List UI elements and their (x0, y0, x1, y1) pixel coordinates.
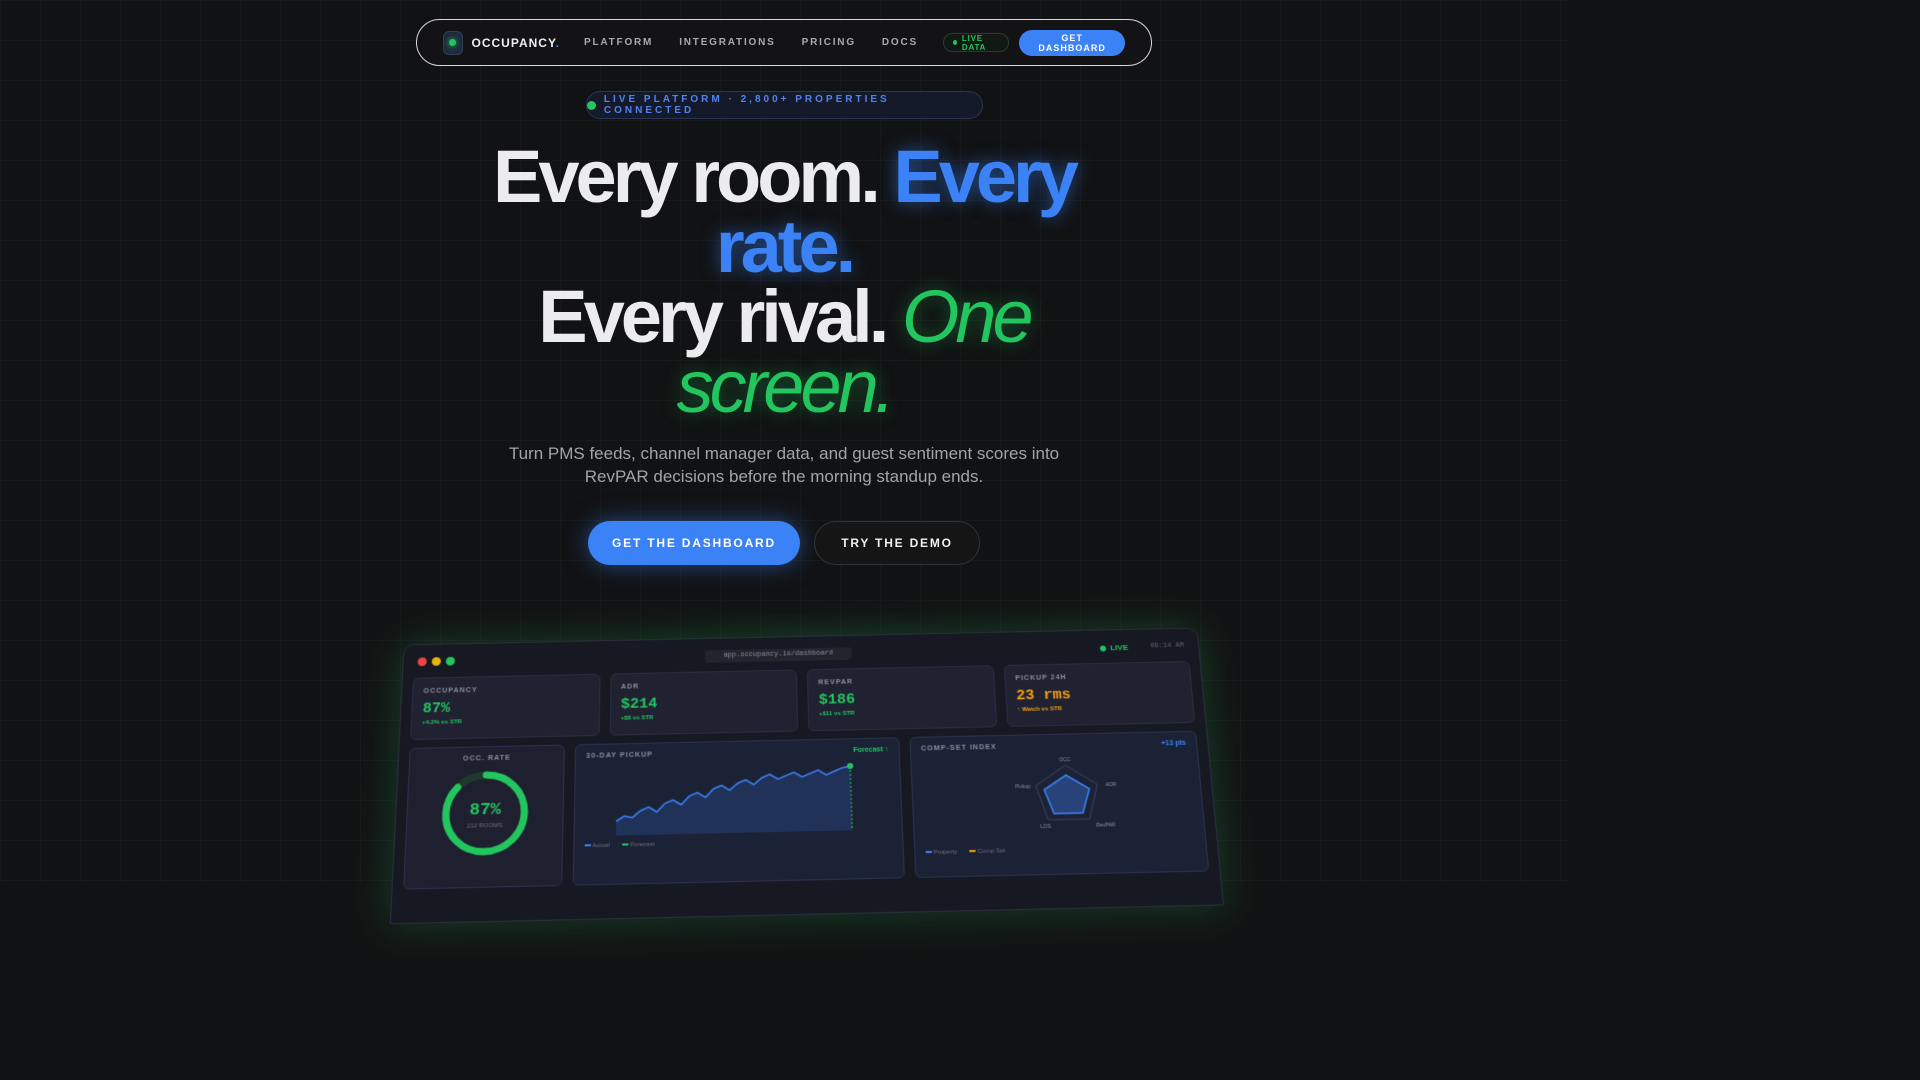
dashboard-preview: app.occupancy.io/dashboard LIVE 09:14 AM… (389, 627, 1225, 925)
top-nav: OCCUPANCY. PLATFORM INTEGRATIONS PRICING… (416, 19, 1152, 66)
pickup-panel: 30-DAY PICKUP Forecast ↑ Actual Forecast (572, 737, 905, 886)
kpi-revpar: REVPAR $186 +$11 vs STR (806, 665, 997, 732)
live-platform-badge: LIVE PLATFORM · 2,800+ PROPERTIES CONNEC… (586, 91, 983, 119)
try-the-demo-button[interactable]: TRY THE DEMO (814, 521, 980, 565)
radar-property (1043, 775, 1091, 814)
get-dashboard-nav-button[interactable]: GET DASHBOARD (1019, 29, 1125, 56)
nav-link-pricing[interactable]: PRICING (802, 37, 856, 48)
nav-link-docs[interactable]: DOCS (882, 37, 918, 48)
close-dot-icon (417, 656, 427, 666)
minimize-dot-icon (431, 656, 442, 666)
maximize-dot-icon (445, 656, 456, 666)
logo-icon[interactable] (443, 30, 463, 55)
nav-link-platform[interactable]: PLATFORM (584, 37, 653, 48)
panel-row: OCC. RATE 87% 212 ROOMS 30-DAY PICKUP Fo… (393, 723, 1220, 890)
kpi-adr: ADR $214 +$8 vs STR (609, 669, 799, 736)
occ-gauge: 87% 212 ROOMS (437, 767, 533, 860)
live-data-badge: LIVE DATA (943, 33, 1010, 52)
occ-rate-panel: OCC. RATE 87% 212 ROOMS (403, 744, 565, 890)
compset-radar: OCC ADR RevPAR LOS Pickup (1015, 757, 1117, 830)
radar-label-pickup: Pickup (1015, 784, 1031, 790)
dashboard-time: 09:14 AM (1150, 642, 1185, 651)
hero-line-2: rate. (715, 205, 856, 288)
gauge-value: 87% (469, 800, 502, 820)
hero-line-1: Every room. Every (493, 135, 1079, 218)
live-data-label: LIVE DATA (961, 33, 987, 52)
legend-actual: Actual (584, 843, 610, 850)
legend-compset: Comp Set (969, 848, 1006, 855)
nav-link-integrations[interactable]: INTEGRATIONS (679, 37, 775, 48)
live-dot-icon (953, 40, 957, 45)
legend-forecast: Forecast (622, 842, 654, 849)
dashboard-url: app.occupancy.io/dashboard (705, 647, 852, 663)
hero-headline: Every room. Every rate. Every rival. One… (0, 135, 1568, 428)
compset-panel: COMP-SET INDEX +13 pts OCC ADR RevPAR LO… (909, 730, 1210, 879)
live-dot-icon (1100, 645, 1107, 651)
compset-legend: Property Comp Set (925, 844, 1196, 856)
hero-line-3: Every rival. One (538, 275, 1033, 358)
dashboard-window: app.occupancy.io/dashboard LIVE 09:14 AM… (389, 627, 1225, 925)
hero-subtitle: Turn PMS feeds, channel manager data, an… (508, 444, 1060, 486)
pickup-legend: Actual Forecast (584, 836, 892, 850)
brand-name[interactable]: OCCUPANCY. (472, 36, 560, 50)
radar-label-revpar: RevPAR (1096, 822, 1116, 829)
radar-label-adr: ADR (1105, 782, 1117, 788)
badge-text: LIVE PLATFORM · 2,800+ PROPERTIES CONNEC… (603, 94, 890, 116)
status-dot-icon (587, 100, 596, 110)
hero-line-4: screen. (676, 345, 896, 428)
legend-property: Property (925, 849, 957, 856)
nav-links: PLATFORM INTEGRATIONS PRICING DOCS (584, 37, 918, 48)
kpi-pickup: PICKUP 24H 23 rms ↑ Watch vs STR (1003, 660, 1196, 727)
get-the-dashboard-button[interactable]: GET THE DASHBOARD (588, 521, 800, 565)
pickup-area (616, 765, 853, 836)
dashboard-live-indicator: LIVE (1100, 643, 1128, 652)
gauge-sub: 212 ROOMS (467, 823, 503, 830)
pickup-chart (585, 762, 894, 836)
radar-label-los: LOS (1040, 824, 1051, 830)
radar-label-occ: OCC (1059, 757, 1071, 763)
kpi-occupancy: OCCUPANCY 87% +4.2% vs STR (410, 673, 600, 741)
